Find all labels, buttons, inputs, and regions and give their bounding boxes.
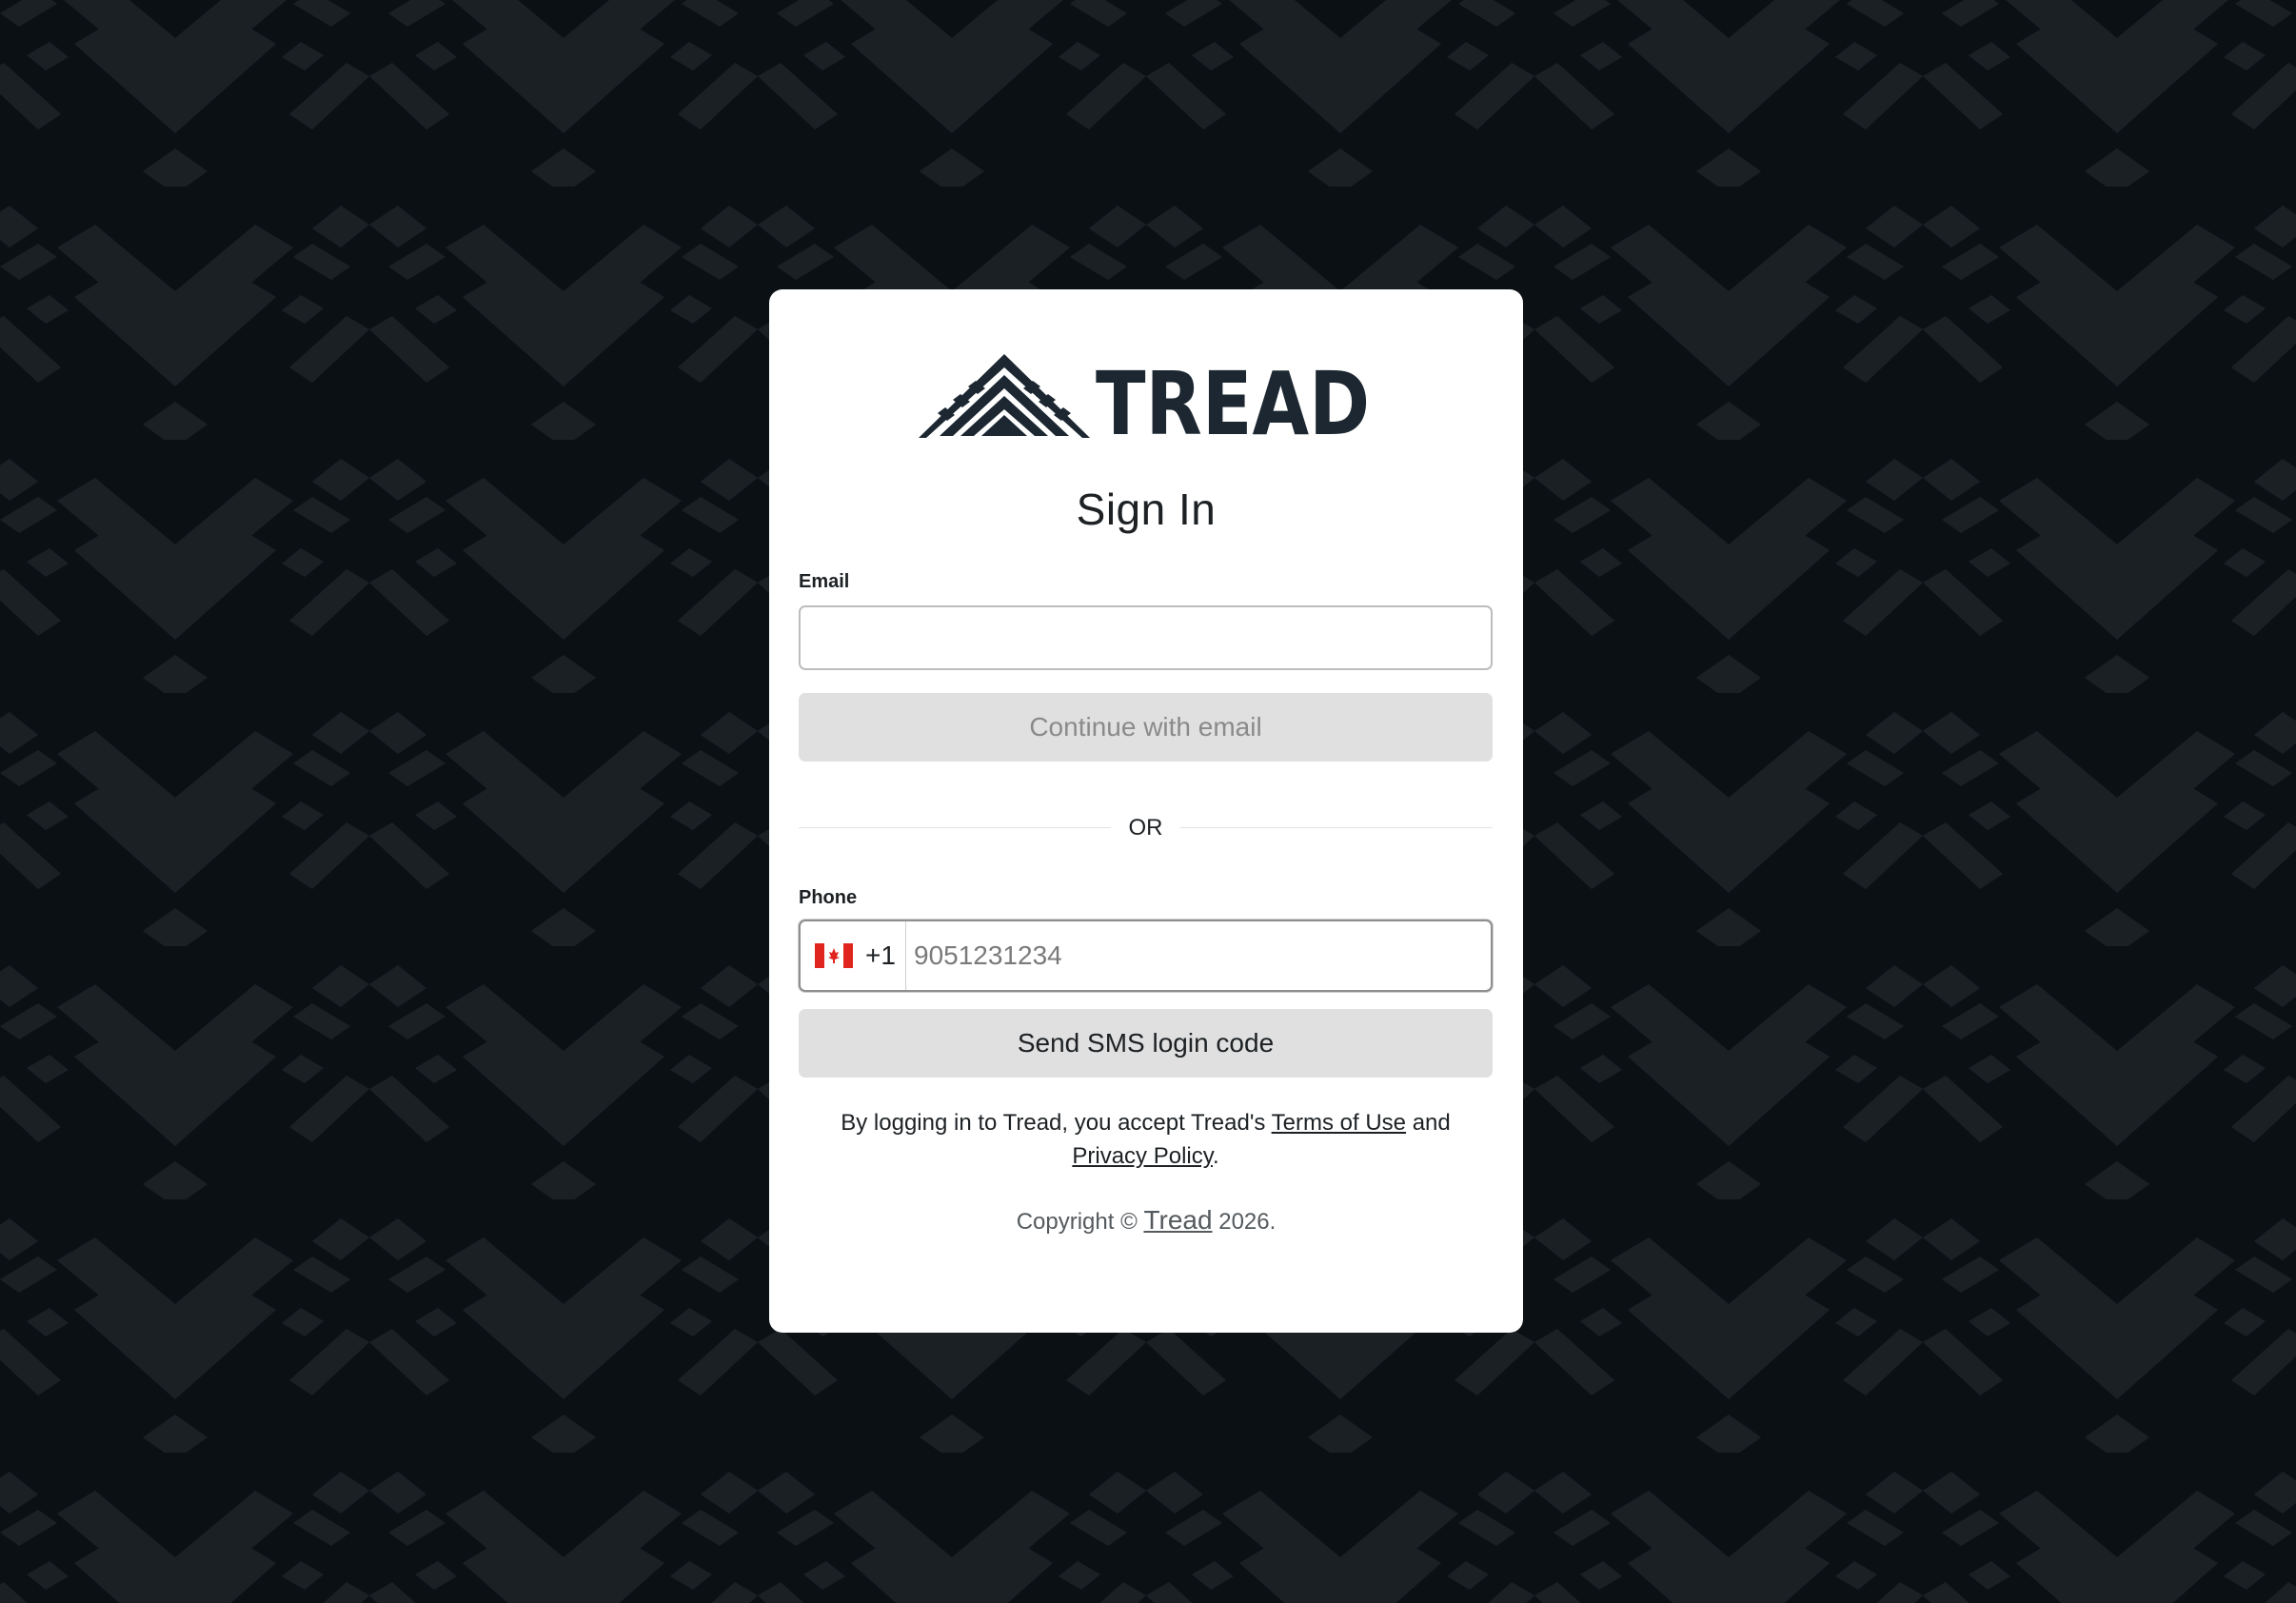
copyright-footer: Copyright © Tread 2026. xyxy=(769,1205,1523,1236)
email-label: Email xyxy=(799,571,850,592)
privacy-policy-link[interactable]: Privacy Policy xyxy=(1072,1143,1213,1169)
legal-middle: and xyxy=(1406,1110,1451,1136)
continue-with-email-button[interactable]: Continue with email xyxy=(799,693,1493,762)
phone-field: +1 xyxy=(799,920,1493,992)
terms-of-use-link[interactable]: Terms of Use xyxy=(1272,1110,1406,1136)
legal-suffix: . xyxy=(1212,1143,1219,1169)
copyright-year: 2026. xyxy=(1212,1209,1277,1235)
logo-wordmark: TREAD xyxy=(1096,353,1370,444)
phone-label: Phone xyxy=(799,887,858,908)
tread-home-link[interactable]: Tread xyxy=(1143,1205,1212,1235)
send-sms-button[interactable]: Send SMS login code xyxy=(799,1009,1493,1078)
country-selector[interactable]: +1 xyxy=(801,921,906,990)
divider-text: OR xyxy=(1128,815,1163,841)
country-code: +1 xyxy=(865,940,896,970)
canada-flag-icon xyxy=(815,943,853,968)
tread-logo: TREAD xyxy=(917,348,1374,444)
copyright-prefix: Copyright © xyxy=(1016,1209,1144,1235)
legal-prefix: By logging in to Tread, you accept Tread… xyxy=(841,1110,1272,1136)
legal-notice: By logging in to Tread, you accept Tread… xyxy=(799,1106,1493,1173)
or-divider: OR xyxy=(799,809,1493,847)
divider-line-right xyxy=(1180,827,1493,828)
email-input[interactable] xyxy=(799,605,1493,670)
signin-card: TREAD Sign In Email Continue with email … xyxy=(769,289,1523,1333)
tread-mountain-icon xyxy=(919,354,1090,438)
page-title: Sign In xyxy=(1076,485,1217,534)
phone-input[interactable] xyxy=(906,921,1489,990)
